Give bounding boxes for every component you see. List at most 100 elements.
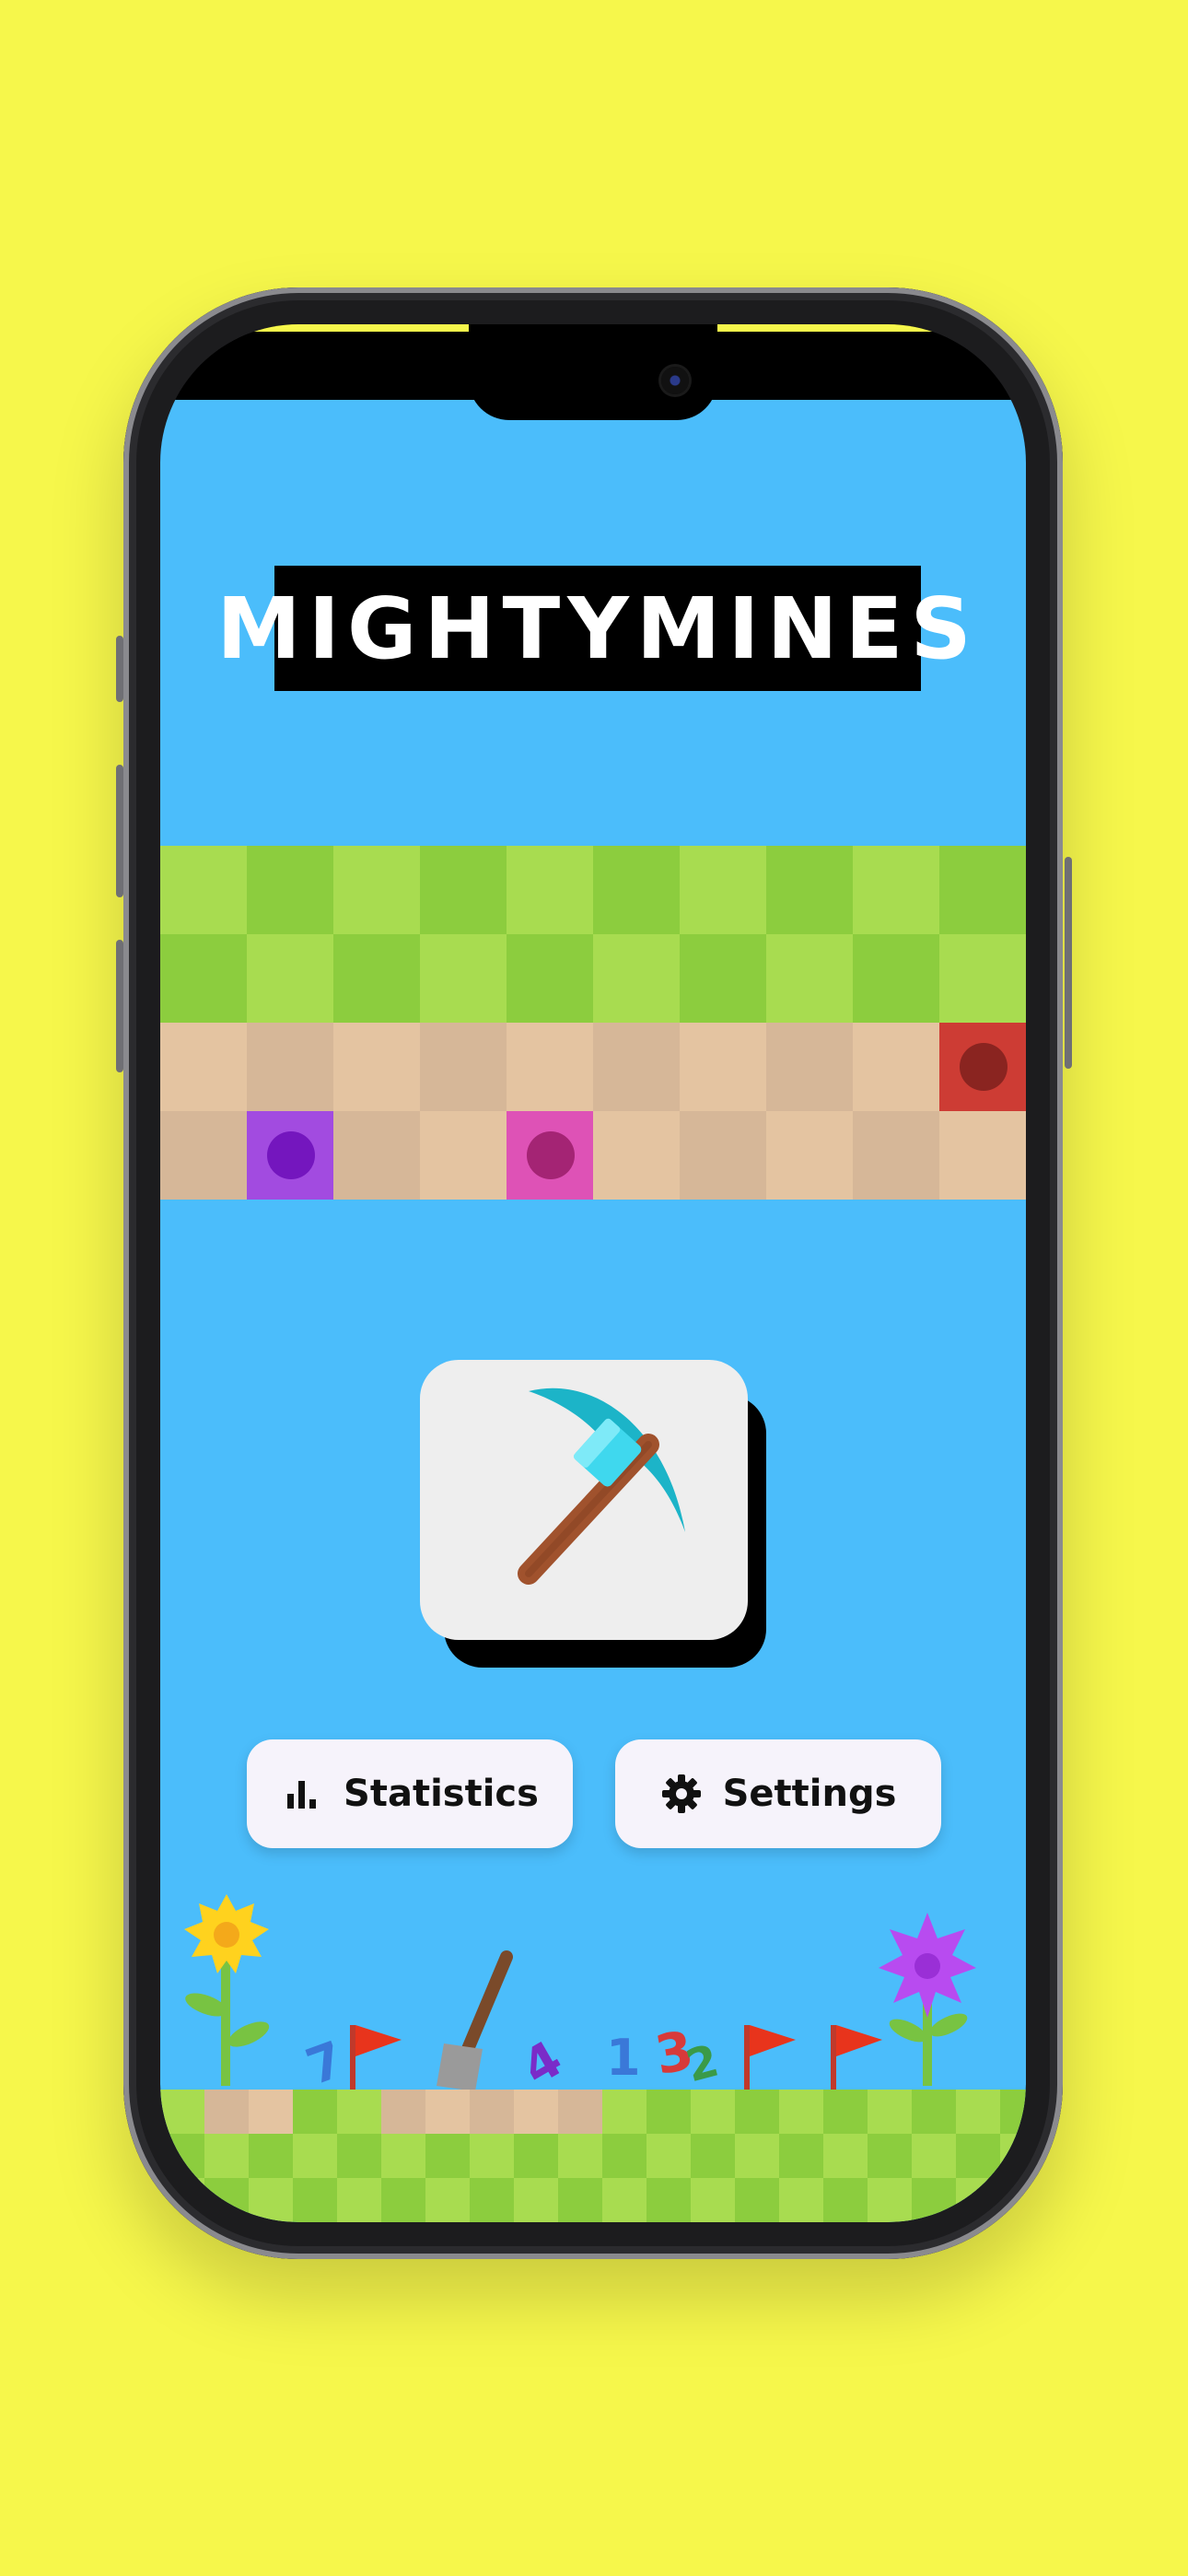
ground-tile xyxy=(204,2178,249,2222)
ground-tile xyxy=(160,2134,204,2178)
volume-down-button xyxy=(116,940,123,1072)
play-logo-button[interactable] xyxy=(420,1360,768,1668)
ground-tile xyxy=(249,2178,293,2222)
dirt-tile xyxy=(680,1023,766,1111)
ground-tile xyxy=(1000,2134,1026,2178)
grass-tile xyxy=(853,846,939,934)
grass-tile xyxy=(420,934,507,1023)
grass-tile xyxy=(680,934,766,1023)
ground-tile xyxy=(558,2134,602,2178)
ground-tile xyxy=(381,2090,425,2134)
ground-tile xyxy=(558,2178,602,2222)
ground-tile xyxy=(425,2178,470,2222)
dirt-tile xyxy=(853,1023,939,1111)
flag-icon xyxy=(744,2025,796,2090)
dirt-tile xyxy=(160,1111,247,1200)
ground-tile xyxy=(735,2134,779,2178)
bar-chart-icon xyxy=(281,1773,323,1815)
logo-card xyxy=(420,1360,748,1640)
ground-tile xyxy=(425,2134,470,2178)
minefield-banner xyxy=(160,846,1026,1200)
ground-tile xyxy=(381,2178,425,2222)
ground-tile xyxy=(779,2178,823,2222)
mine-tile xyxy=(507,1111,593,1200)
dirt-tile xyxy=(853,1111,939,1200)
settings-button[interactable]: Settings xyxy=(615,1739,941,1848)
flag-icon xyxy=(831,2025,882,2090)
ground-tile xyxy=(646,2090,691,2134)
ground-tile xyxy=(956,2178,1000,2222)
grass-tile xyxy=(853,934,939,1023)
gear-icon xyxy=(660,1773,703,1815)
purple-flower-icon xyxy=(879,1913,976,2086)
dirt-tile xyxy=(333,1111,420,1200)
ground-tile xyxy=(160,2090,204,2134)
dirt-tile xyxy=(939,1111,1026,1200)
dirt-tile xyxy=(507,1023,593,1111)
ground-tile xyxy=(823,2090,868,2134)
app-home-screen: MIGHTYMINES Statistics Settings 7 4 1 3 … xyxy=(160,400,1026,2222)
grass-tile xyxy=(507,934,593,1023)
ground-tile xyxy=(381,2134,425,2178)
dirt-tile xyxy=(766,1023,853,1111)
dirt-tile xyxy=(593,1111,680,1200)
grass-tile xyxy=(766,846,853,934)
dirt-tile xyxy=(680,1111,766,1200)
phone-screen: MIGHTYMINES Statistics Settings 7 4 1 3 … xyxy=(160,324,1026,2222)
grass-tile xyxy=(420,846,507,934)
grass-tile xyxy=(939,934,1026,1023)
ground-tile xyxy=(293,2090,337,2134)
ground-tile xyxy=(868,2178,912,2222)
ground-tile xyxy=(470,2134,514,2178)
ground-tile xyxy=(514,2178,558,2222)
ground-tile xyxy=(602,2178,646,2222)
ground-tile xyxy=(912,2134,956,2178)
mine-tile xyxy=(247,1111,333,1200)
ground-tile xyxy=(558,2090,602,2134)
ground-tile xyxy=(514,2090,558,2134)
volume-up-button xyxy=(116,765,123,897)
ground-tile xyxy=(160,2178,204,2222)
ground-tile xyxy=(249,2134,293,2178)
app-title: MIGHTYMINES xyxy=(216,566,972,691)
statistics-label: Statistics xyxy=(344,1773,539,1815)
ground-tile xyxy=(470,2090,514,2134)
ground-tile xyxy=(691,2134,735,2178)
mine-dot xyxy=(267,1131,315,1179)
sunflower-icon xyxy=(184,1894,270,2086)
ground-tile xyxy=(602,2090,646,2134)
ground-tile xyxy=(425,2090,470,2134)
ground-tile xyxy=(337,2134,381,2178)
ground-number: 2 xyxy=(681,2034,725,2093)
ground-tile xyxy=(602,2134,646,2178)
dirt-tile xyxy=(766,1111,853,1200)
grass-tile xyxy=(939,846,1026,934)
dirt-tile xyxy=(333,1023,420,1111)
ground-tile xyxy=(337,2090,381,2134)
ground-tile xyxy=(956,2134,1000,2178)
ground-tile xyxy=(646,2178,691,2222)
ground-number: 7 xyxy=(298,2030,352,2097)
grass-tile xyxy=(247,846,333,934)
statistics-button[interactable]: Statistics xyxy=(247,1739,573,1848)
ground-tile xyxy=(779,2090,823,2134)
ground-tile xyxy=(912,2090,956,2134)
ground-tile xyxy=(868,2090,912,2134)
dirt-tile xyxy=(420,1023,507,1111)
grass-tile xyxy=(680,846,766,934)
ground-tile xyxy=(204,2090,249,2134)
ground-tile xyxy=(514,2134,558,2178)
silent-switch xyxy=(116,636,123,702)
ground-tile xyxy=(646,2134,691,2178)
ground-tile xyxy=(735,2090,779,2134)
mine-tile xyxy=(939,1023,1026,1111)
dirt-tile xyxy=(247,1023,333,1111)
dirt-tile xyxy=(593,1023,680,1111)
ground-tile xyxy=(470,2178,514,2222)
power-button xyxy=(1065,857,1072,1069)
ground-tile xyxy=(249,2090,293,2134)
ground-strip xyxy=(160,2090,1026,2222)
ground-number: 1 xyxy=(606,2029,641,2087)
ground-number: 4 xyxy=(512,2029,572,2098)
ground-tile xyxy=(956,2090,1000,2134)
